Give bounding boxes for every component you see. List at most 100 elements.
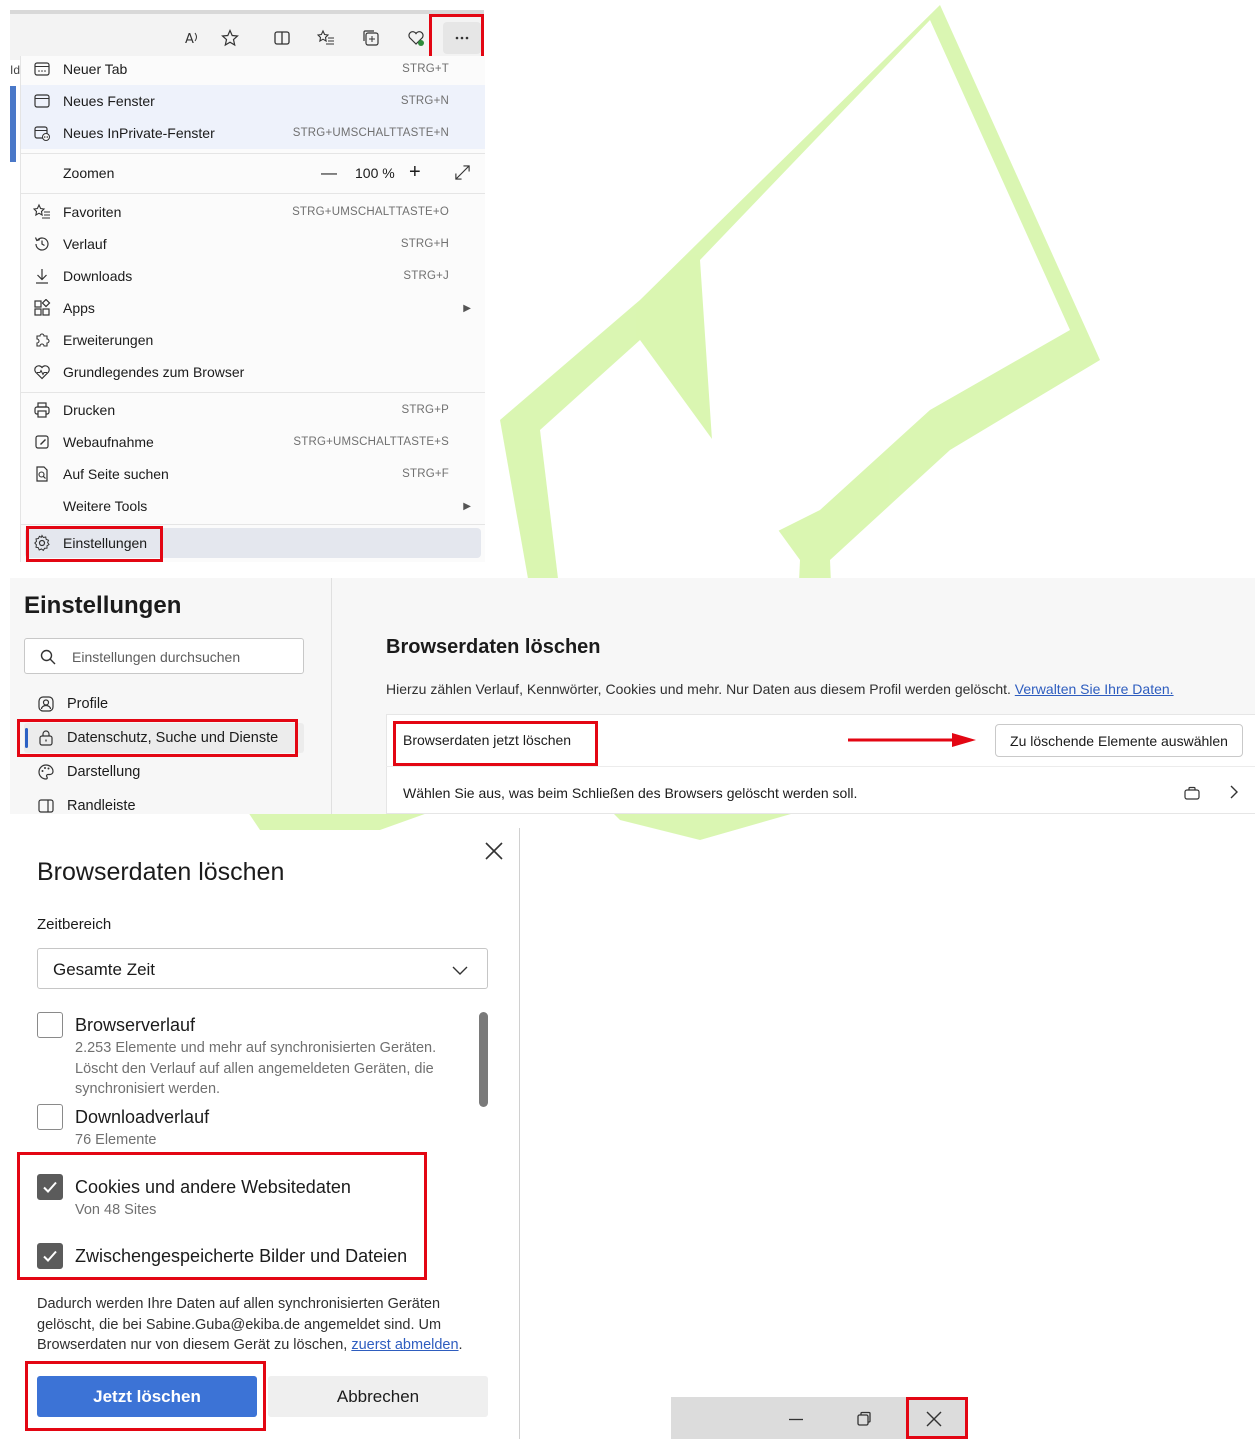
browser-essentials-icon[interactable] xyxy=(402,24,430,52)
sync-notice-end: . xyxy=(458,1337,463,1353)
menu-item-find-on-page[interactable]: Auf Seite suchen STRG+F xyxy=(21,458,485,490)
close-window-icon[interactable] xyxy=(925,1410,943,1428)
menu-item-new-tab[interactable]: Neuer Tab STRG+T xyxy=(21,53,485,85)
cancel-button[interactable]: Abbrechen xyxy=(268,1376,488,1417)
zoom-in-button[interactable]: + xyxy=(409,161,421,184)
menu-item-shortcut: STRG+UMSCHALTTASTE+O xyxy=(292,206,449,218)
inprivate-icon xyxy=(34,126,50,141)
browser-menu: Neuer Tab STRG+T Neues Fenster STRG+N Ne… xyxy=(20,56,485,562)
menu-item-browser-essentials[interactable]: Grundlegendes zum Browser xyxy=(21,356,485,388)
submenu-arrow-icon: ▶ xyxy=(463,500,471,512)
menu-item-label: Drucken xyxy=(63,402,116,418)
menu-item-web-capture[interactable]: Webaufnahme STRG+UMSCHALTTASTE+S xyxy=(21,426,485,458)
search-icon xyxy=(40,649,56,665)
menu-item-history[interactable]: Verlauf STRG+H xyxy=(21,228,485,260)
clear-data-section-title: Browserdaten löschen xyxy=(386,636,601,658)
browsing-history-detail: 2.253 Elemente und mehr auf synchronisie… xyxy=(75,1040,437,1097)
nav-active-indicator xyxy=(25,728,28,748)
menu-item-shortcut: STRG+F xyxy=(402,468,449,480)
menu-item-downloads[interactable]: Downloads STRG+J xyxy=(21,260,485,292)
menu-item-label: Neuer Tab xyxy=(63,61,128,77)
chevron-down-icon xyxy=(452,966,468,975)
browsing-history-checkbox[interactable] xyxy=(37,1012,63,1038)
palette-icon xyxy=(38,764,54,780)
download-history-checkbox[interactable] xyxy=(37,1104,63,1130)
minimize-icon[interactable] xyxy=(787,1410,805,1428)
favorites-icon xyxy=(33,203,50,219)
menu-item-zoom: Zoomen — 100 % + xyxy=(21,157,485,189)
restore-icon[interactable] xyxy=(855,1410,873,1428)
settings-title: Einstellungen xyxy=(24,592,182,619)
menu-item-label: Webaufnahme xyxy=(63,434,154,450)
find-on-page-icon xyxy=(36,466,48,482)
close-icon[interactable] xyxy=(483,840,505,862)
new-tab-icon xyxy=(34,62,50,76)
lock-icon xyxy=(39,730,53,746)
background-page-fragment: Id xyxy=(10,63,21,77)
checkmark-icon xyxy=(43,1250,57,1262)
zoom-out-button[interactable]: — xyxy=(321,165,337,183)
svg-text:A: A xyxy=(185,32,194,47)
time-range-select[interactable]: Gesamte Zeit xyxy=(37,948,488,989)
clear-on-close-label[interactable]: Wählen Sie aus, was beim Schließen des B… xyxy=(403,785,857,801)
settings-search-input[interactable]: Einstellungen durchsuchen xyxy=(24,638,304,674)
dialog-scrollbar[interactable] xyxy=(479,1012,488,1107)
profile-icon xyxy=(38,696,54,712)
favorites-bar-icon[interactable] xyxy=(312,24,340,52)
nav-item-label: Randleiste xyxy=(67,798,136,813)
choose-items-button[interactable]: Zu löschende Elemente auswählen xyxy=(995,724,1243,757)
menu-item-print[interactable]: Drucken STRG+P xyxy=(21,394,485,426)
more-options-button[interactable] xyxy=(443,22,481,54)
menu-item-label: Downloads xyxy=(63,268,133,284)
sync-notice: Dadurch werden Ihre Daten auf allen sync… xyxy=(37,1294,487,1356)
submenu-arrow-icon: ▶ xyxy=(463,302,471,314)
fullscreen-icon[interactable] xyxy=(454,164,471,181)
dialog-border xyxy=(519,828,520,1439)
menu-item-label: Neues InPrivate-Fenster xyxy=(63,125,215,141)
time-range-value: Gesamte Zeit xyxy=(53,960,156,979)
search-placeholder: Einstellungen durchsuchen xyxy=(72,649,241,665)
menu-divider xyxy=(21,153,485,154)
nav-item-profiles[interactable]: Profile xyxy=(24,689,304,719)
nav-item-label: Profile xyxy=(67,696,109,712)
nav-item-privacy[interactable]: Datenschutz, Suche und Dienste xyxy=(24,723,304,753)
menu-item-new-inprivate[interactable]: Neues InPrivate-Fenster STRG+UMSCHALTTAS… xyxy=(21,117,485,149)
menu-item-extensions[interactable]: Erweiterungen xyxy=(21,324,485,356)
collections-icon[interactable] xyxy=(357,24,385,52)
menu-item-new-window[interactable]: Neues Fenster STRG+N xyxy=(21,85,485,117)
history-icon xyxy=(34,237,49,251)
menu-item-label: Erweiterungen xyxy=(63,332,154,348)
split-screen-icon[interactable] xyxy=(268,24,296,52)
nav-item-sidebar[interactable]: Randleiste xyxy=(24,791,304,813)
menu-item-shortcut: STRG+H xyxy=(400,238,449,250)
favorite-star-icon[interactable] xyxy=(216,24,244,52)
clear-data-description: Hierzu zählen Verlauf, Kennwörter, Cooki… xyxy=(386,681,1174,697)
menu-divider xyxy=(21,392,485,393)
menu-item-label: Zoomen xyxy=(63,165,115,181)
menu-item-settings[interactable]: Einstellungen xyxy=(25,528,481,558)
cached-files-checkbox[interactable] xyxy=(37,1243,63,1269)
menu-item-apps[interactable]: Apps ▶ xyxy=(21,292,485,324)
menu-item-favorites[interactable]: Favoriten STRG+UMSCHALTTASTE+O xyxy=(21,196,485,228)
menu-item-label: Favoriten xyxy=(63,204,122,220)
window-titlebar xyxy=(671,1397,968,1439)
menu-item-shortcut: STRG+UMSCHALTTASTE+S xyxy=(293,436,449,448)
nav-item-appearance[interactable]: Darstellung xyxy=(24,757,304,787)
cached-files-title: Zwischengespeicherte Bilder und Dateien xyxy=(75,1246,408,1266)
sign-out-first-link[interactable]: zuerst abmelden xyxy=(351,1337,458,1353)
menu-item-shortcut: STRG+T xyxy=(402,63,449,75)
cookies-checkbox[interactable] xyxy=(37,1174,63,1200)
menu-item-label: Neues Fenster xyxy=(63,93,155,109)
menu-divider xyxy=(21,193,485,194)
download-icon xyxy=(36,269,48,284)
manage-data-link[interactable]: Verwalten Sie Ihre Daten. xyxy=(1015,681,1174,697)
clear-now-button[interactable]: Jetzt löschen xyxy=(37,1376,257,1417)
read-aloud-icon[interactable]: A xyxy=(178,24,206,52)
menu-item-label: Auf Seite suchen xyxy=(63,466,169,482)
sidebar-icon xyxy=(38,799,54,813)
menu-item-more-tools[interactable]: Weitere Tools ▶ xyxy=(21,490,485,522)
zoom-value: 100 % xyxy=(355,165,395,181)
heartbeat-icon xyxy=(34,365,50,380)
gear-icon xyxy=(34,534,50,552)
nav-item-label: Datenschutz, Suche und Dienste xyxy=(67,730,279,746)
